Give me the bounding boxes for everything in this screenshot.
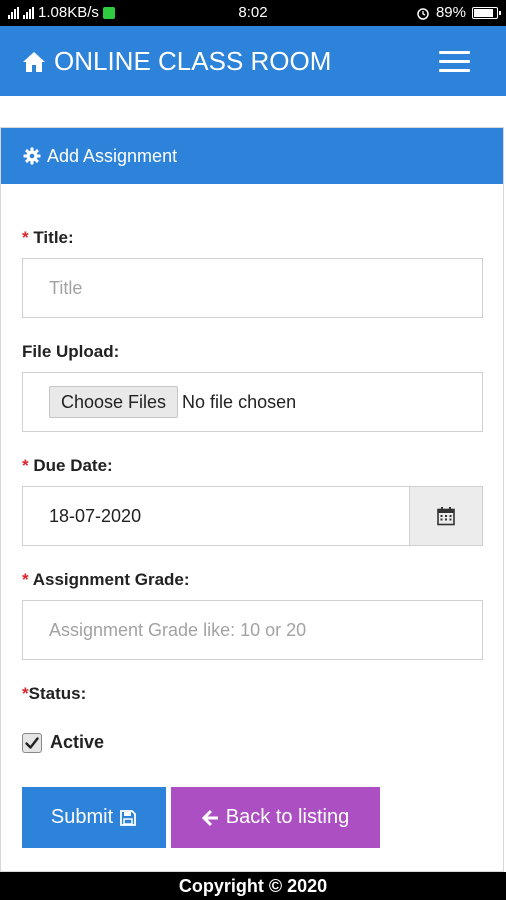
file-upload-label: File Upload: (22, 342, 120, 361)
required-mark: * (22, 570, 29, 589)
required-mark: * (22, 456, 29, 475)
back-to-listing-button[interactable]: Back to listing (171, 787, 380, 848)
grade-label: * Assignment Grade: (22, 570, 190, 590)
active-label: Active (50, 732, 105, 752)
app-navbar: ONLINE CLASS ROOM (0, 26, 506, 96)
grade-field (22, 600, 483, 660)
submit-button[interactable]: Submit (22, 787, 166, 848)
brand-title: ONLINE CLASS ROOM (54, 46, 332, 76)
card-header: Add Assignment (1, 128, 503, 184)
footer-copyright: Copyright © 2020 (0, 872, 506, 900)
calendar-icon (437, 507, 455, 526)
battery-icon (472, 6, 501, 19)
battery-percent: 89% (435, 4, 466, 21)
submit-label: Submit (50, 806, 114, 828)
hamburger-menu-icon[interactable] (439, 51, 470, 73)
due-date-input[interactable]: 18-07-2020 (23, 487, 409, 545)
required-mark: * (22, 228, 29, 247)
status-right: 89% (416, 4, 501, 21)
choose-files-button[interactable]: Choose Files (49, 386, 179, 418)
file-status-text: No file chosen (182, 391, 297, 412)
file-upload-field: Choose Files No file chosen (22, 372, 483, 432)
grade-label-text: Assignment Grade: (32, 570, 190, 589)
status-label: *Status: (22, 684, 86, 704)
grade-input[interactable] (23, 601, 482, 659)
required-mark: * (22, 684, 29, 703)
due-date-label-text: Due Date: (33, 456, 113, 475)
gear-icon (23, 147, 41, 165)
active-checkbox-row[interactable]: Active (22, 732, 104, 753)
home-icon (23, 51, 45, 72)
alarm-icon (417, 7, 429, 20)
arrow-left-icon (201, 809, 218, 826)
save-icon (120, 809, 137, 826)
card-title: Add Assignment (47, 145, 178, 166)
due-date-field: 18-07-2020 (22, 486, 483, 546)
back-label: Back to listing (225, 806, 350, 828)
active-checkbox[interactable] (22, 732, 42, 753)
checkmark-icon (25, 736, 39, 749)
due-date-label: * Due Date: (22, 456, 113, 476)
title-label: * Title: (22, 228, 74, 248)
brand-link[interactable]: ONLINE CLASS ROOM (22, 46, 331, 77)
title-input[interactable] (23, 259, 482, 317)
status-label-text: Status: (28, 684, 87, 703)
status-bar: 1.08KB/s 8:02 89% (0, 0, 506, 26)
title-field (22, 258, 483, 318)
calendar-button[interactable] (409, 487, 482, 545)
title-label-text: Title: (33, 228, 74, 247)
